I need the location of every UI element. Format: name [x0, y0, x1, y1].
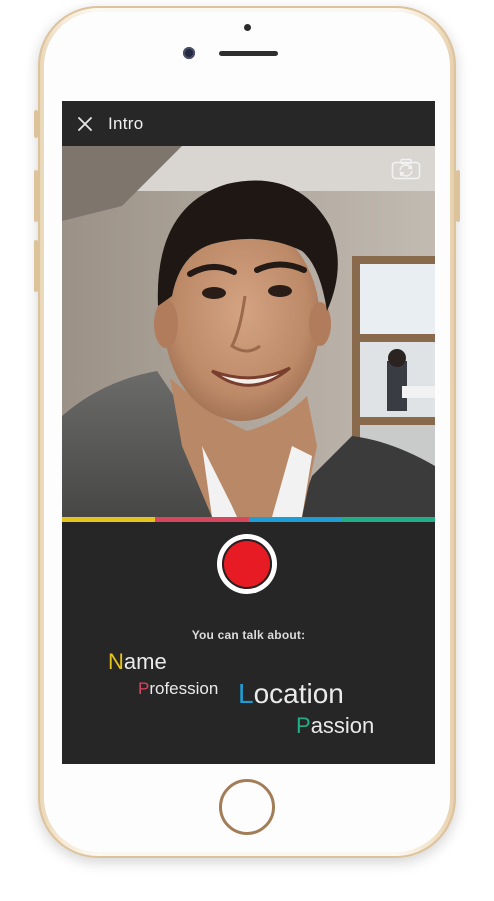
record-button[interactable]: [217, 534, 277, 594]
topic-rest: assion: [310, 713, 375, 738]
camera-preview: [62, 146, 435, 517]
volume-up-button: [34, 170, 38, 222]
topic-location: Location: [238, 680, 344, 708]
volume-down-button: [34, 240, 38, 292]
page-title: Intro: [108, 113, 144, 133]
recording-progress-bar: [62, 517, 435, 522]
progress-segment: [155, 517, 249, 522]
topic-initial: L: [238, 678, 254, 709]
mute-switch: [34, 110, 38, 138]
earpiece-speaker: [219, 51, 278, 56]
close-icon[interactable]: [62, 101, 108, 146]
app-screen: Intro You can talk about: Name Professio…: [62, 101, 435, 764]
camera-switch-icon[interactable]: [391, 158, 421, 180]
topic-name: Name: [108, 651, 167, 673]
topic-rest: ocation: [253, 678, 344, 709]
topic-passion: Passion: [296, 715, 374, 737]
topic-initial: N: [108, 649, 124, 674]
record-icon: [222, 539, 272, 589]
home-button[interactable]: [219, 779, 275, 835]
topic-initial: P: [138, 679, 150, 698]
progress-segment: [341, 517, 435, 522]
prompt-heading: You can talk about:: [191, 628, 306, 642]
topic-rest: rofession: [149, 679, 219, 698]
topic-initial: P: [296, 713, 311, 738]
camera-feed-image: [62, 146, 435, 517]
front-camera-lens: [183, 47, 195, 59]
topic-profession: Profession: [138, 680, 218, 697]
topic-rest: ame: [123, 649, 167, 674]
proximity-sensor: [244, 24, 251, 31]
power-button: [456, 170, 460, 222]
progress-segment: [248, 517, 342, 522]
progress-segment: [62, 517, 156, 522]
top-bar: Intro: [62, 101, 435, 146]
